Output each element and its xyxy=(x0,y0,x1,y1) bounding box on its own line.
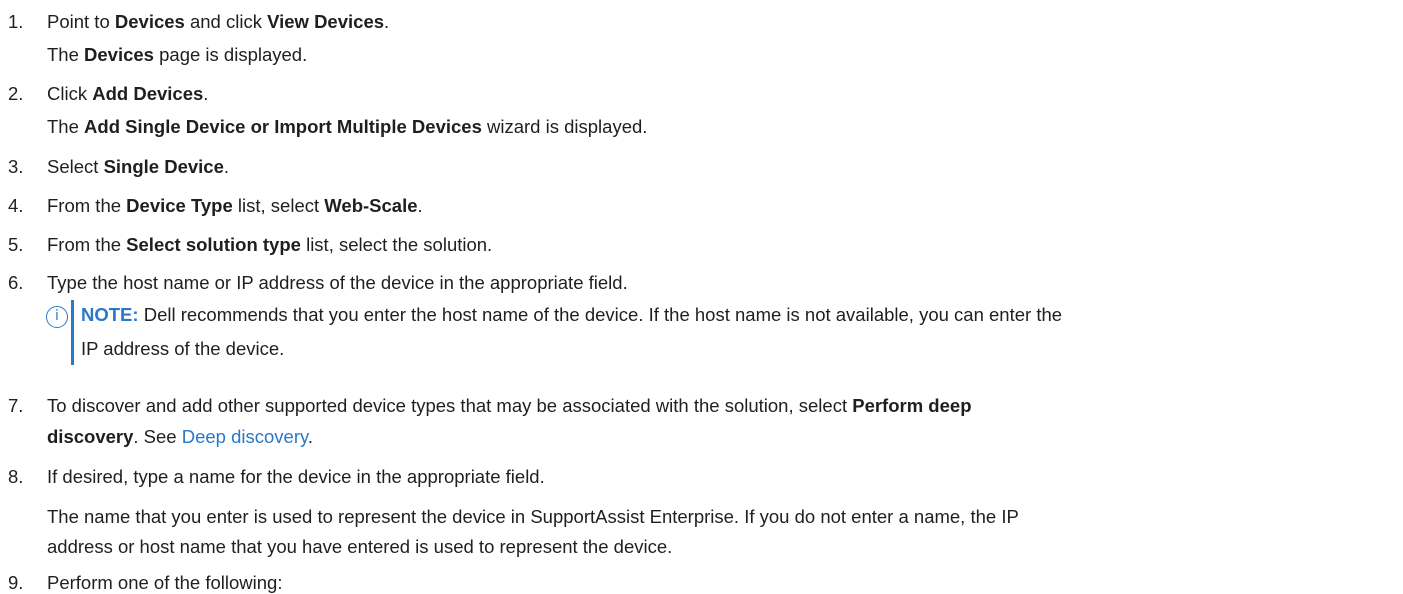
step-number: 7. xyxy=(8,395,24,416)
step-result: The Add Single Device or Import Multiple… xyxy=(47,116,648,137)
step-text: From the Select solution type list, sele… xyxy=(47,234,493,255)
step-number: 9. xyxy=(8,572,24,593)
step-number: 2. xyxy=(8,83,24,104)
step-text: Select Single Device. xyxy=(47,156,230,177)
step-text: Point to Devices and click View Devices. xyxy=(47,11,390,32)
deep-discovery-link[interactable]: Deep discovery xyxy=(182,426,308,447)
step-text: To discover and add other supported devi… xyxy=(47,395,972,416)
info-icon: i xyxy=(46,306,68,328)
step-text: From the Device Type list, select Web-Sc… xyxy=(47,195,423,216)
step-number: 5. xyxy=(8,234,24,255)
step-number: 6. xyxy=(8,272,24,293)
note-bar xyxy=(71,300,74,365)
step-text: discovery. See Deep discovery. xyxy=(47,426,314,447)
step-text: Perform one of the following: xyxy=(47,572,283,593)
step-number: 4. xyxy=(8,195,24,216)
step-result: The Devices page is displayed. xyxy=(47,44,308,65)
note-text: NOTE: Dell recommends that you enter the… xyxy=(81,304,1063,325)
step-paragraph: The name that you enter is used to repre… xyxy=(47,506,1019,527)
step-text: If desired, type a name for the device i… xyxy=(47,466,545,487)
step-text: Click Add Devices. xyxy=(47,83,209,104)
note-text: IP address of the device. xyxy=(81,338,285,359)
step-number: 8. xyxy=(8,466,24,487)
step-number: 3. xyxy=(8,156,24,177)
step-paragraph: address or host name that you have enter… xyxy=(47,536,673,557)
step-text: Type the host name or IP address of the … xyxy=(47,272,628,293)
step-number: 1. xyxy=(8,11,24,32)
